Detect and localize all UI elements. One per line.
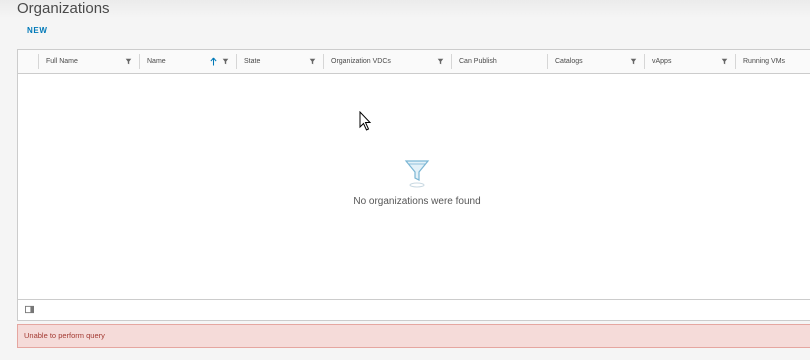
filter-icon[interactable]: [630, 58, 637, 65]
funnel-icon: [404, 160, 430, 188]
column-header-organization-vdcs[interactable]: Organization VDCs: [323, 50, 451, 73]
column-header-running-vms[interactable]: Running VMs: [735, 50, 810, 73]
empty-message: No organizations were found: [353, 196, 481, 207]
filter-icon[interactable]: [125, 58, 132, 65]
filter-icon[interactable]: [309, 58, 316, 65]
grid-header: Full Name Name State Organization VDCs C…: [18, 50, 810, 74]
column-label: Can Publish: [459, 58, 497, 65]
column-label: Running VMs: [743, 58, 786, 65]
column-header-can-publish[interactable]: Can Publish: [451, 50, 547, 73]
column-toggle-icon[interactable]: [25, 305, 34, 314]
column-label: State: [244, 58, 261, 65]
error-alert: Unable to perform query: [17, 324, 810, 348]
column-label: Full Name: [46, 58, 78, 65]
top-shadow: [0, 0, 810, 18]
grid-footer: [18, 299, 810, 320]
mouse-cursor-icon: [359, 111, 372, 131]
column-label: Name: [147, 58, 166, 65]
filter-icon[interactable]: [721, 58, 728, 65]
page-title: Organizations: [17, 0, 110, 17]
column-label: vApps: [652, 58, 672, 65]
column-header-full-name[interactable]: Full Name: [38, 50, 138, 73]
filter-icon[interactable]: [437, 58, 444, 65]
column-label: Organization VDCs: [331, 58, 391, 65]
empty-state: No organizations were found: [18, 158, 810, 207]
organizations-datagrid: Full Name Name State Organization VDCs C…: [17, 49, 810, 321]
new-button[interactable]: NEW: [21, 22, 53, 38]
column-label: Catalogs: [555, 58, 583, 65]
filter-icon[interactable]: [222, 58, 229, 65]
alert-message: Unable to perform query: [24, 331, 105, 340]
sort-ascending-icon[interactable]: [210, 57, 217, 66]
